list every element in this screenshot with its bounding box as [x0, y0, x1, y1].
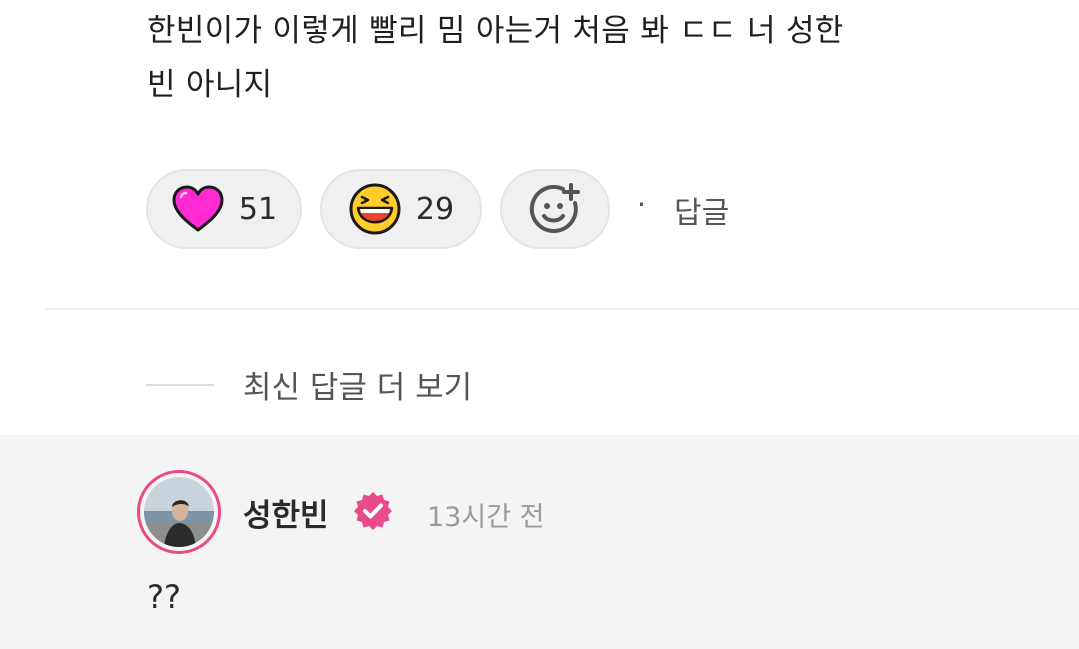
- add-reaction-button[interactable]: [500, 169, 610, 249]
- laugh-reaction-button[interactable]: 29: [320, 169, 482, 249]
- heart-reaction-button[interactable]: 51: [146, 169, 302, 249]
- comment-text-line-2: 빈 아니지: [147, 67, 273, 103]
- reply-text: ??: [147, 578, 181, 616]
- verified-badge-icon: [352, 490, 394, 532]
- more-replies-button[interactable]: 최신 답글 더 보기: [146, 362, 472, 407]
- more-replies-line: [146, 383, 214, 386]
- heart-icon: [171, 185, 225, 233]
- divider: [45, 308, 1079, 310]
- author-name[interactable]: 성한빈: [243, 490, 329, 535]
- add-reaction-icon: [527, 181, 583, 237]
- timestamp: 13시간 전: [427, 502, 545, 533]
- heart-reaction-count: 51: [238, 191, 278, 227]
- action-separator: ·: [637, 188, 646, 221]
- comment-text: 한빈이가 이렇게 빨리 밈 아는거 처음 봐 ㄷㄷ 너 성한빈 아니지: [147, 4, 1027, 112]
- reply-card: 성한빈 13시간 전 ??: [0, 435, 1079, 649]
- avatar[interactable]: [137, 470, 221, 554]
- comment-text-line-1: 한빈이가 이렇게 빨리 밈 아는거 처음 봐 ㄷㄷ 너 성한: [147, 13, 844, 49]
- more-replies-label: 최신 답글 더 보기: [243, 370, 473, 406]
- reply-button[interactable]: 답글: [674, 188, 729, 232]
- laughing-face-icon: [348, 182, 402, 236]
- laugh-reaction-count: 29: [415, 191, 455, 227]
- reaction-bar: 51 29: [146, 168, 610, 250]
